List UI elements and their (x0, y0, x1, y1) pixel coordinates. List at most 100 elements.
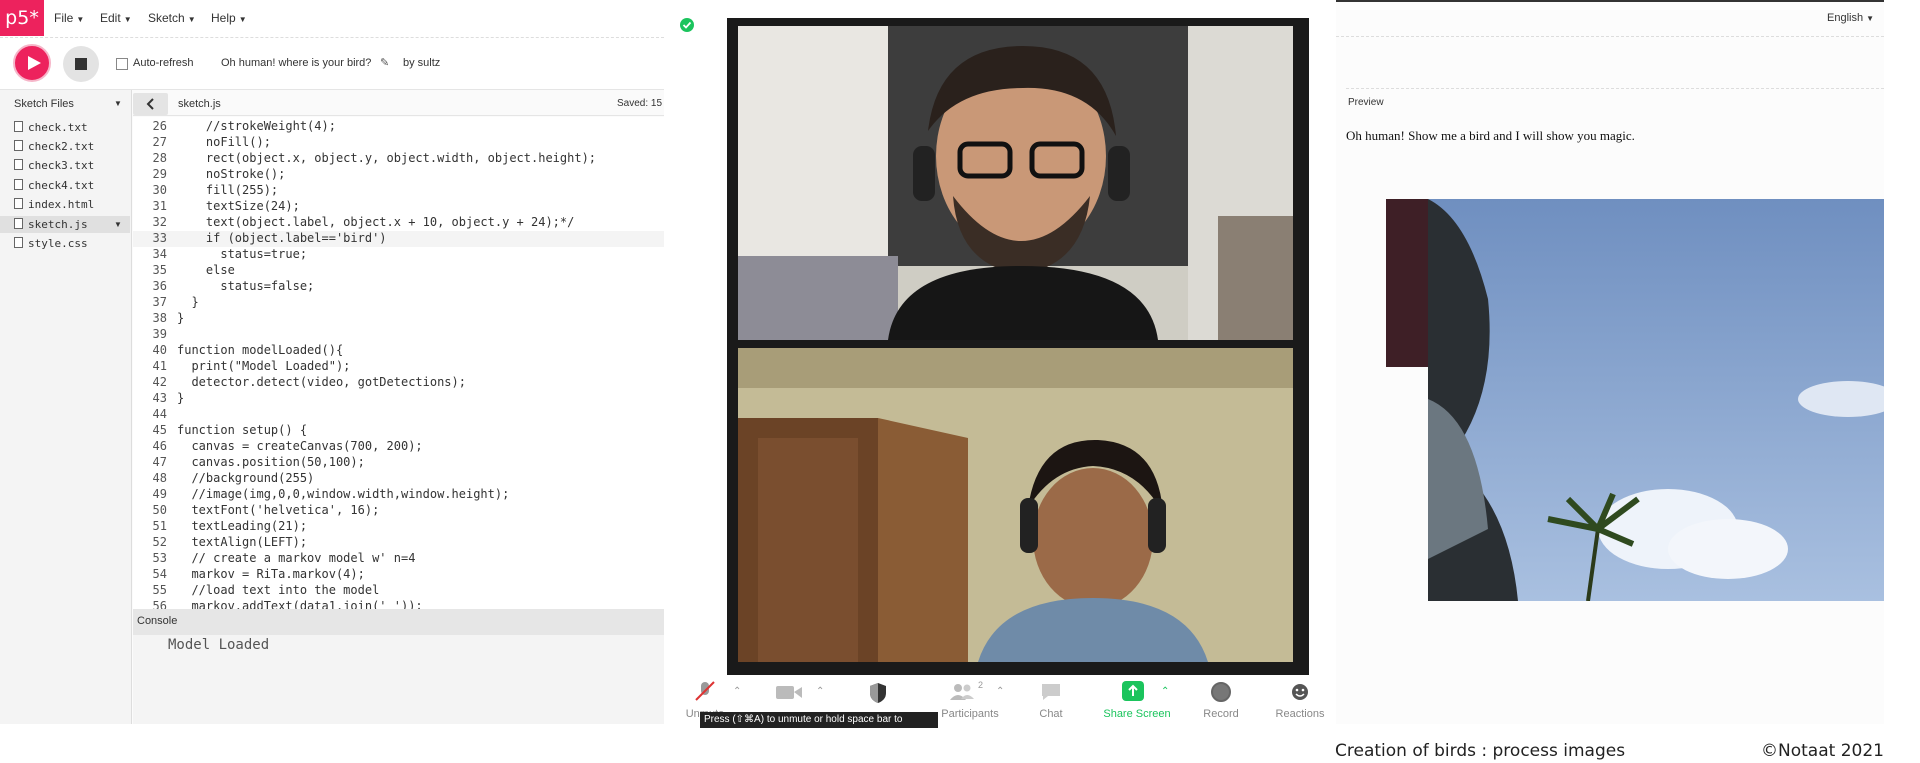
chevron-up-icon[interactable]: ⌃ (1161, 686, 1169, 697)
play-button[interactable] (13, 44, 51, 82)
code-line[interactable]: else (177, 263, 235, 277)
menu-help-label: Help (211, 11, 236, 25)
shield-check-icon[interactable] (680, 18, 694, 32)
line-number: 37 (152, 295, 167, 309)
webcam-preview (1428, 199, 1884, 601)
participants-button[interactable] (948, 682, 978, 704)
chevron-up-icon[interactable]: ⌃ (816, 686, 824, 697)
file-item[interactable]: style.css (14, 237, 88, 250)
code-line[interactable]: //load text into the model (177, 583, 379, 597)
code-line[interactable]: markov.addText(data1.join(' ')); (177, 599, 422, 609)
code-line[interactable]: } (177, 295, 198, 309)
sketch-files-header: Sketch Files (14, 98, 74, 110)
console-header[interactable] (133, 609, 664, 635)
preview-canvas-overlay (1386, 199, 1428, 367)
code-line[interactable]: textLeading(21); (177, 519, 307, 533)
line-number: 35 (152, 263, 167, 277)
auto-refresh-checkbox[interactable] (116, 58, 128, 70)
file-item[interactable]: index.html (14, 198, 94, 211)
code-line[interactable]: rect(object.x, object.y, object.width, o… (177, 151, 596, 165)
sketch-byline[interactable]: by sultz (403, 57, 440, 69)
code-line[interactable]: print("Model Loaded"); (177, 359, 350, 373)
line-number: 53 (152, 551, 167, 565)
editor-tab-name[interactable]: sketch.js (178, 98, 221, 110)
share-screen-button[interactable] (1122, 681, 1144, 701)
code-line[interactable]: //background(255) (177, 471, 314, 485)
code-line[interactable]: textAlign(LEFT); (177, 535, 307, 549)
record-button[interactable] (1211, 682, 1231, 702)
code-line[interactable]: } (177, 311, 184, 325)
code-line[interactable]: textFont('helvetica', 16); (177, 503, 379, 517)
line-number: 42 (152, 375, 167, 389)
chevron-down-icon[interactable]: ▼ (114, 99, 122, 108)
line-number: 36 (152, 279, 167, 293)
menu-sketch[interactable]: Sketch ▼ (148, 11, 196, 25)
line-number: 34 (152, 247, 167, 261)
chevron-up-icon[interactable]: ⌃ (733, 686, 741, 697)
file-item-active[interactable]: sketch.js (14, 218, 88, 231)
line-number: 39 (152, 327, 167, 341)
code-line[interactable]: noFill(); (177, 135, 271, 149)
start-video-button[interactable] (774, 682, 804, 702)
participant-2-image (738, 348, 1293, 662)
code-line[interactable]: // create a markov model w' n=4 (177, 551, 415, 565)
menu-help[interactable]: Help ▼ (211, 11, 247, 25)
file-icon (14, 198, 23, 209)
file-item-label: check2.txt (28, 140, 95, 153)
chevron-up-icon[interactable]: ⌃ (996, 686, 1004, 697)
code-line[interactable]: status=false; (177, 279, 314, 293)
menu-edit[interactable]: Edit ▼ (100, 11, 132, 25)
code-line[interactable]: text(object.label, object.x + 10, object… (177, 215, 574, 229)
file-icon (14, 159, 23, 170)
file-item[interactable]: check4.txt (14, 179, 94, 192)
file-item[interactable]: check2.txt (14, 140, 94, 153)
p5-logo[interactable]: p5* (0, 0, 44, 36)
participant-video-1[interactable] (738, 26, 1293, 340)
code-line[interactable]: textSize(24); (177, 199, 300, 213)
line-number: 30 (152, 183, 167, 197)
code-line[interactable]: detector.detect(video, gotDetections); (177, 375, 466, 389)
code-line[interactable]: markov = RiTa.markov(4); (177, 567, 364, 581)
code-line[interactable]: canvas.position(50,100); (177, 455, 364, 469)
file-item-label: check3.txt (28, 159, 95, 172)
language-select[interactable]: English ▼ (1827, 12, 1874, 24)
code-line[interactable]: canvas = createCanvas(700, 200); (177, 439, 422, 453)
code-line[interactable]: //image(img,0,0,window.width,window.heig… (177, 487, 509, 501)
chat-button[interactable] (1040, 682, 1062, 702)
participant-video-2[interactable] (738, 348, 1293, 662)
reactions-button[interactable] (1290, 682, 1310, 702)
line-number: 45 (152, 423, 167, 437)
line-number: 51 (152, 519, 167, 533)
chevron-down-icon[interactable]: ▼ (114, 220, 122, 229)
file-item[interactable]: check3.txt (14, 159, 94, 172)
line-number: 47 (152, 455, 167, 469)
collapse-sidebar-button[interactable] (133, 93, 168, 115)
stop-button[interactable] (63, 46, 99, 82)
code-line[interactable]: //strokeWeight(4); (177, 119, 336, 133)
edit-pencil-icon[interactable]: ✎ (380, 56, 389, 69)
security-button[interactable] (868, 682, 888, 704)
preview-divider (1336, 36, 1884, 37)
line-number: 43 (152, 391, 167, 405)
code-line[interactable]: function modelLoaded(){ (177, 343, 343, 357)
play-icon (28, 56, 41, 70)
code-editor[interactable]: 26 //strokeWeight(4); 27 noFill(); 28 rect… (133, 117, 664, 609)
code-line[interactable]: noStroke(); (177, 167, 285, 181)
unmute-button[interactable] (690, 680, 720, 704)
menu-file[interactable]: File ▼ (54, 11, 84, 25)
file-item-label: style.css (28, 237, 88, 250)
share-arrow-icon (1128, 684, 1138, 696)
line-number: 48 (152, 471, 167, 485)
code-line[interactable]: function setup() { (177, 423, 307, 437)
file-item[interactable]: check.txt (14, 121, 88, 134)
code-line[interactable]: status=true; (177, 247, 307, 261)
share-screen-label: Share Screen (1103, 708, 1171, 720)
editor-menubar: p5* File ▼ Edit ▼ Sketch ▼ Help ▼ (0, 0, 664, 38)
participant-count: 2 (978, 680, 984, 690)
code-line[interactable]: if (object.label=='bird') (177, 231, 387, 245)
code-line[interactable]: } (177, 391, 184, 405)
chat-label: Chat (1039, 708, 1063, 720)
code-line[interactable]: fill(255); (177, 183, 278, 197)
image-caption: Creation of birds : process images (1335, 741, 1626, 761)
sketch-name[interactable]: Oh human! where is your bird? (221, 57, 371, 69)
